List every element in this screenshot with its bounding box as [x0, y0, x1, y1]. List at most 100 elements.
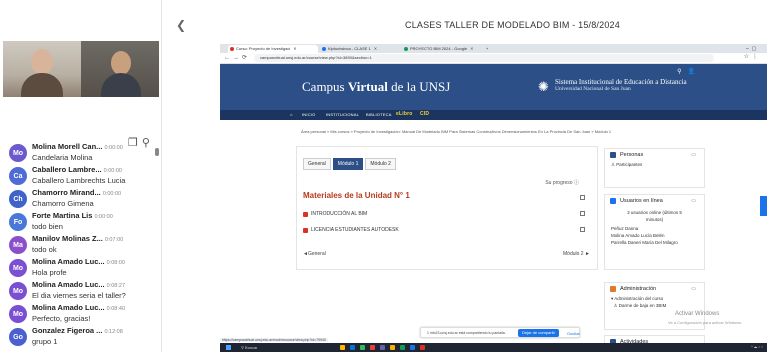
message-time: 0:08:00 — [106, 260, 126, 266]
brand-bold: Virtual — [347, 79, 388, 94]
participants-link[interactable]: ♙ Participantes — [605, 161, 704, 168]
chat-message[interactable]: Mo Molina Amado Luc... 0:08:40 Perfecto, gr… — [0, 303, 160, 326]
taskbar-app-icon[interactable] — [350, 345, 355, 350]
close-icon[interactable]: ✕ — [470, 46, 473, 51]
nav-item-inicio[interactable]: INICIO — [302, 112, 315, 117]
taskbar-search[interactable]: ⚲ Buscar — [236, 344, 316, 351]
block-title: Personas — [620, 152, 644, 158]
sender-name: Manilov Molinas Z... — [32, 234, 103, 243]
taskbar-app-icon[interactable] — [390, 345, 395, 350]
chat-list: Mo Molina Morell Can... 0:00:00 Candelaria … — [0, 142, 160, 352]
prev-section-link[interactable]: ◄General — [303, 251, 326, 257]
chat-sender: Molina Amado Luc... 0:08:00 — [32, 257, 160, 268]
nav-item-cid[interactable]: CID — [420, 111, 429, 117]
home-icon[interactable]: ⌂ — [290, 112, 293, 117]
site-brand[interactable]: Campus Virtual de la UNSJ — [302, 79, 450, 95]
nav-item-biblioteca[interactable]: BIBLIOTECA — [366, 112, 392, 117]
admin-link[interactable]: ▾ Administración del curso — [605, 295, 704, 302]
chat-message[interactable]: Go Gonzalez Figeroa ... 0:12:08 grupo 1 — [0, 326, 160, 349]
pdf-file-icon — [303, 227, 308, 233]
new-tab-plus-icon[interactable]: + — [484, 45, 494, 53]
activity-checkbox[interactable] — [580, 227, 585, 232]
block-header: Administración ▭ — [605, 283, 704, 295]
side-tab-handle[interactable] — [760, 196, 767, 216]
close-icon[interactable]: ✕ — [293, 46, 296, 51]
browser-tab-1[interactable]: Curso: Proyecto de Investigaci ✕ — [228, 45, 318, 53]
header-user-icons[interactable]: ⚲👤 — [677, 68, 701, 75]
tab-modulo-2[interactable]: Módulo 2 — [365, 158, 396, 170]
chat-message[interactable]: Ca Caballero Lambre... 0:00:00 Caballero La… — [0, 165, 160, 188]
system-tray-icons[interactable]: ^ ☁ ♪ ⌁ — [751, 345, 763, 349]
online-user[interactable]: Peñuz Danna — [605, 225, 704, 232]
tab-modulo-1[interactable]: Módulo 1 — [332, 158, 364, 170]
video-tile-1[interactable] — [3, 41, 81, 97]
chat-message[interactable]: Ma Manilov Molinas Z... 0:07:00 todo ok — [0, 234, 160, 257]
online-user[interactable]: Parrella Daneri María Del Milagro — [605, 239, 704, 246]
nav-arrows-icon[interactable]: ←→⟳ — [224, 54, 250, 61]
admin-link-label[interactable]: Administración del curso — [614, 296, 663, 301]
unenrol-label[interactable]: Darme de baja en 3BIM — [619, 303, 667, 308]
chat-sender: Molina Morell Can... 0:00:00 — [32, 142, 160, 153]
message-time: 0:00:00 — [103, 168, 122, 174]
chat-text: Candelaria Molina — [32, 153, 93, 162]
tab-favicon — [322, 47, 326, 51]
chat-scrollbar[interactable] — [155, 148, 159, 156]
hide-button[interactable]: Ocultar — [567, 331, 580, 336]
unenrol-link[interactable]: ♙ Darme de baja en 3BIM — [605, 302, 704, 309]
block-title: Administración — [620, 286, 657, 292]
browser-menu-icons[interactable]: ☆⋮ — [744, 53, 761, 60]
chat-message[interactable]: Fo Forte Martina Lis 0:00:00 todo bien — [0, 211, 160, 234]
chat-message[interactable]: Mo Molina Amado Luc... 0:08:00 Hola profe — [0, 257, 160, 280]
activity-item[interactable]: LICENCIA ESTUDIANTES AUTODESK — [303, 227, 399, 233]
avatar: Ch — [9, 190, 27, 208]
progress-text: Su progreso — [545, 180, 573, 186]
browser-tab-label: Kipfuchsinca - CLASE 1 — [328, 46, 371, 51]
activity-label[interactable]: INTRODUCCIÓN AL BIM — [311, 211, 367, 217]
window-controls[interactable]: – ▢ — [744, 45, 764, 53]
sender-name: Gonzalez Figeroa ... — [32, 326, 103, 335]
participants-label[interactable]: Participantes — [616, 162, 642, 167]
breadcrumb[interactable]: Área personal » Mis cursos » Proyecto de… — [301, 129, 611, 134]
activity-checkbox[interactable] — [580, 211, 585, 216]
gear-icon[interactable]: ▭ — [691, 286, 696, 292]
taskbar-app-icon[interactable] — [400, 345, 405, 350]
activity-label[interactable]: LICENCIA ESTUDIANTES AUTODESK — [311, 227, 399, 233]
tab-general[interactable]: General — [303, 158, 331, 170]
pdf-file-icon — [303, 211, 308, 217]
sender-name: Molina Morell Can... — [32, 142, 103, 151]
chat-message[interactable]: Ch Chamorro Mirand... 0:00:00 Chamorro Gime… — [0, 188, 160, 211]
taskbar-app-icon[interactable] — [340, 345, 345, 350]
taskbar-app-icon[interactable] — [360, 345, 365, 350]
stop-sharing-button[interactable]: Dejar de compartir — [518, 329, 559, 337]
course-content: General Módulo 1 Módulo 2 Su progreso ⓘ … — [296, 146, 598, 270]
browser-tab-2[interactable]: Kipfuchsinca - CLASE 1 ✕ — [320, 45, 400, 53]
chat-message[interactable]: Mo Molina Morell Can... 0:00:00 Candelaria … — [0, 142, 160, 165]
nav-item-institucional[interactable]: INSTITUCIONAL — [326, 112, 359, 117]
block-header: Usuarios en línea ▭ — [605, 195, 704, 207]
taskbar-app-icon[interactable] — [420, 345, 425, 350]
browser-tab-3[interactable]: PROYECTO BIM 2024 - Google ✕ — [402, 45, 482, 53]
taskbar-app-icon[interactable] — [380, 345, 385, 350]
taskbar-app-icon[interactable] — [410, 345, 415, 350]
browser-tabbar: Curso: Proyecto de Investigaci ✕ Kipfuchs… — [220, 44, 767, 53]
help-icon[interactable]: ⓘ — [574, 180, 579, 186]
activity-item[interactable]: INTRODUCCIÓN AL BIM — [303, 211, 367, 217]
address-input[interactable]: campusvirtual.unsj.edu.ar/course/view.ph… — [254, 54, 714, 62]
gear-icon[interactable]: ▭ — [691, 152, 696, 158]
nav-item-elibro[interactable]: eLibro — [396, 111, 412, 117]
video-tile-2[interactable] — [81, 41, 159, 97]
back-chevron-icon[interactable]: ❮ — [176, 18, 186, 32]
site-header: ⚲👤 Campus Virtual de la UNSJ ✺ Sistema I… — [220, 64, 767, 110]
sis-line1: Sistema Institucional de Educación a Dis… — [555, 78, 687, 86]
sun-logo-icon: ✺ — [538, 79, 549, 94]
sender-name: Molina Amado Luc... — [32, 303, 105, 312]
online-user[interactable]: Molina Amado Lucía Belén — [605, 232, 704, 239]
taskbar-app-icon[interactable] — [370, 345, 375, 350]
windows-start-icon[interactable] — [226, 345, 231, 350]
chat-message[interactable]: Mo Molina Amado Luc... 0:08:27 El dia viern… — [0, 280, 160, 303]
section-checkbox[interactable] — [580, 195, 585, 200]
close-icon[interactable]: ✕ — [374, 46, 377, 51]
video-gallery — [3, 41, 159, 97]
gear-icon[interactable]: ▭ — [691, 198, 696, 204]
next-section-link[interactable]: Módulo 2 ► — [563, 251, 590, 257]
